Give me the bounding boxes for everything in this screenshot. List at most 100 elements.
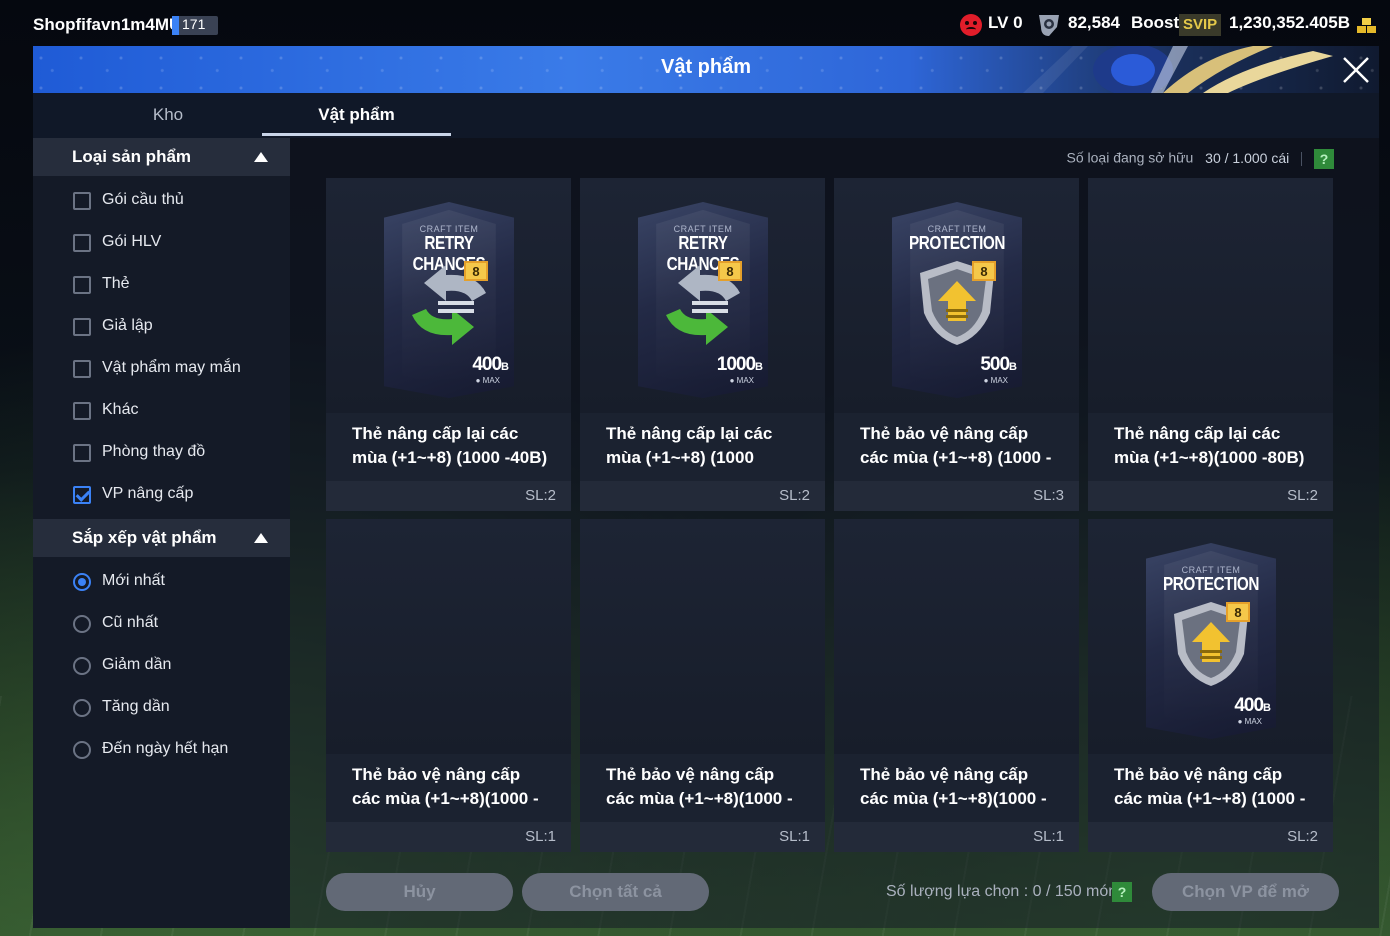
collapse-caret-icon <box>254 152 268 162</box>
radio-button[interactable] <box>73 657 91 675</box>
filter-option-label: Gói HLV <box>102 233 162 250</box>
sad-face-icon <box>960 14 982 36</box>
item-quantity: SL:1 <box>1033 828 1064 845</box>
tab-vat-pham[interactable]: Vật phẩm <box>262 105 451 125</box>
craft-item-card: CRAFT ITEM PROTECTION 8 400B ● MAX <box>1146 543 1276 739</box>
sort-option-label: Đến ngày hết hạn <box>102 740 229 757</box>
owned-label: Số loại đang sở hữu <box>1066 149 1194 166</box>
radio-button[interactable] <box>73 615 91 633</box>
username: Shopfifavn1m4MU <box>33 15 182 34</box>
filter-option-label: Thẻ <box>102 275 130 292</box>
bp-value: 1,230,352.405B <box>1229 13 1350 32</box>
item-thumbnail: CRAFT ITEM PROTECTION 8 400B ● MAX <box>1088 519 1333 754</box>
item-quantity: SL:2 <box>779 487 810 504</box>
tab-bar: Kho Vật phẩm <box>33 93 1379 138</box>
sort-header[interactable]: Sắp xếp vật phẩm <box>33 519 290 557</box>
filter-option-label: Phòng thay đồ <box>102 443 206 460</box>
close-icon[interactable] <box>1336 50 1376 90</box>
item-quantity-bar: SL:2 <box>580 481 825 511</box>
checkbox[interactable] <box>73 234 91 252</box>
radio-button[interactable] <box>73 699 91 717</box>
checkbox[interactable] <box>73 318 91 336</box>
craft-item-type: PROTECTION <box>1162 574 1260 594</box>
craft-item-type: PROTECTION <box>908 233 1006 253</box>
owned-count: Số loại đang sở hữu 30 / 1.000 cái ? <box>1067 149 1334 169</box>
item-thumbnail <box>1088 178 1333 413</box>
item-thumbnail: CRAFT ITEM PROTECTION 8 500B ● MAX <box>834 178 1079 413</box>
filter-option-label: Vật phẩm may mắn <box>102 359 241 376</box>
product-type-header[interactable]: Loại sản phẩm <box>33 138 290 176</box>
boost-label: Boost <box>1131 13 1180 32</box>
item-thumbnail <box>580 519 825 754</box>
sort-option-label: Cũ nhất <box>102 614 159 631</box>
protection-shield-icon: 8 <box>1174 602 1250 686</box>
item-quantity-bar: SL:1 <box>834 822 1079 852</box>
item-thumbnail <box>834 519 1079 754</box>
item-quantity: SL:2 <box>525 487 556 504</box>
shield-badge-icon <box>1039 15 1059 36</box>
open-selected-button[interactable]: Chọn VP để mở <box>1152 873 1339 911</box>
filter-sidebar: Loại sản phẩm Gói cầu thủ Gói HLV Thẻ Giả l… <box>33 138 290 928</box>
checkbox[interactable] <box>73 402 91 420</box>
item-card[interactable]: CRAFT ITEM PROTECTION 8 400B ● MAX Thẻ bảo vệ… <box>1088 519 1333 852</box>
craft-item-max: ● MAX <box>1237 717 1262 726</box>
item-name: Thẻ bảo vệ nâng cấp các mùa (+1~+8)(1000… <box>606 765 793 808</box>
radio-button[interactable] <box>73 741 91 759</box>
item-quantity-bar: SL:1 <box>326 822 571 852</box>
sort-option-label: Tăng dần <box>102 698 170 715</box>
selection-count: Số lượng lựa chọn : 0 / 150 món <box>886 883 1118 900</box>
checkbox[interactable] <box>73 360 91 378</box>
collapse-caret-icon <box>254 533 268 543</box>
user-level-badge: 171 <box>172 16 218 35</box>
item-card[interactable]: CRAFT ITEM PROTECTION 8 500B ● MAX Thẻ bảo vệ… <box>834 178 1079 511</box>
sort-option-label: Giảm dần <box>102 656 172 673</box>
item-quantity: SL:2 <box>1287 487 1318 504</box>
item-card[interactable]: Thẻ bảo vệ nâng cấp các mùa (+1~+8)(1000… <box>326 519 571 852</box>
item-quantity: SL:3 <box>1033 487 1064 504</box>
item-quantity-bar: SL:1 <box>580 822 825 852</box>
item-quantity-bar: SL:2 <box>1088 481 1333 511</box>
help-icon[interactable]: ? <box>1314 149 1334 169</box>
item-card[interactable]: Thẻ bảo vệ nâng cấp các mùa (+1~+8)(1000… <box>834 519 1079 852</box>
craft-item-card: CRAFT ITEM RETRY CHANCES 8 1000B ● MAX <box>638 202 768 398</box>
item-quantity-bar: SL:2 <box>326 481 571 511</box>
item-card[interactable]: CRAFT ITEM RETRY CHANCES 8 1000B ● MAX Thẻ nâ… <box>580 178 825 511</box>
checkbox[interactable] <box>73 276 91 294</box>
checkbox[interactable] <box>73 192 91 210</box>
window-header: Vật phẩm <box>33 46 1379 93</box>
item-thumbnail: CRAFT ITEM RETRY CHANCES 8 1000B ● MAX <box>580 178 825 413</box>
svip-badge: SVIP <box>1179 14 1222 36</box>
retry-arrows-icon: 8 <box>666 261 742 345</box>
item-name: Thẻ nâng cấp lại các mùa (+1~+8) (1000 -… <box>606 424 773 467</box>
filter-option-label: Giả lập <box>102 317 153 334</box>
craft-item-amount: 500B <box>980 354 1017 375</box>
craft-item-amount: 1000B <box>716 354 763 375</box>
help-icon[interactable]: ? <box>1112 882 1132 902</box>
item-quantity: SL:1 <box>779 828 810 845</box>
item-card[interactable]: CRAFT ITEM RETRY CHANCES 8 400B ● MAX Thẻ nân… <box>326 178 571 511</box>
protection-shield-icon: 8 <box>920 261 996 345</box>
item-card[interactable]: Thẻ nâng cấp lại các mùa (+1~+8)(1000 -8… <box>1088 178 1333 511</box>
sort-title: Sắp xếp vật phẩm <box>72 528 217 547</box>
checkbox[interactable] <box>73 444 91 462</box>
select-all-button[interactable]: Chọn tất cả <box>522 873 709 911</box>
cancel-button[interactable]: Hủy <box>326 873 513 911</box>
craft-item-card: CRAFT ITEM PROTECTION 8 500B ● MAX <box>892 202 1022 398</box>
item-quantity: SL:1 <box>525 828 556 845</box>
filter-option-label: Khác <box>102 401 139 418</box>
radio-button[interactable] <box>73 573 91 591</box>
item-name: Thẻ bảo vệ nâng cấp các mùa (+1~+8) (100… <box>860 424 1052 467</box>
item-quantity: SL:2 <box>1287 828 1318 845</box>
product-type-title: Loại sản phẩm <box>72 147 192 166</box>
craft-item-max: ● MAX <box>729 376 754 385</box>
window-title: Vật phẩm <box>660 56 752 78</box>
svg-text:8: 8 <box>726 264 733 279</box>
item-thumbnail <box>326 519 571 754</box>
item-card[interactable]: Thẻ bảo vệ nâng cấp các mùa (+1~+8)(1000… <box>580 519 825 852</box>
item-name: Thẻ bảo vệ nâng cấp các mùa (+1~+8) (100… <box>1114 765 1306 808</box>
craft-item-max: ● MAX <box>983 376 1008 385</box>
owned-value: 30 / 1.000 cái <box>1205 149 1290 166</box>
item-name: Thẻ nâng cấp lại các mùa (+1~+8) (1000 -… <box>352 424 548 467</box>
checkbox[interactable] <box>73 486 91 504</box>
item-name: Thẻ nâng cấp lại các mùa (+1~+8)(1000 -8… <box>1114 424 1305 467</box>
